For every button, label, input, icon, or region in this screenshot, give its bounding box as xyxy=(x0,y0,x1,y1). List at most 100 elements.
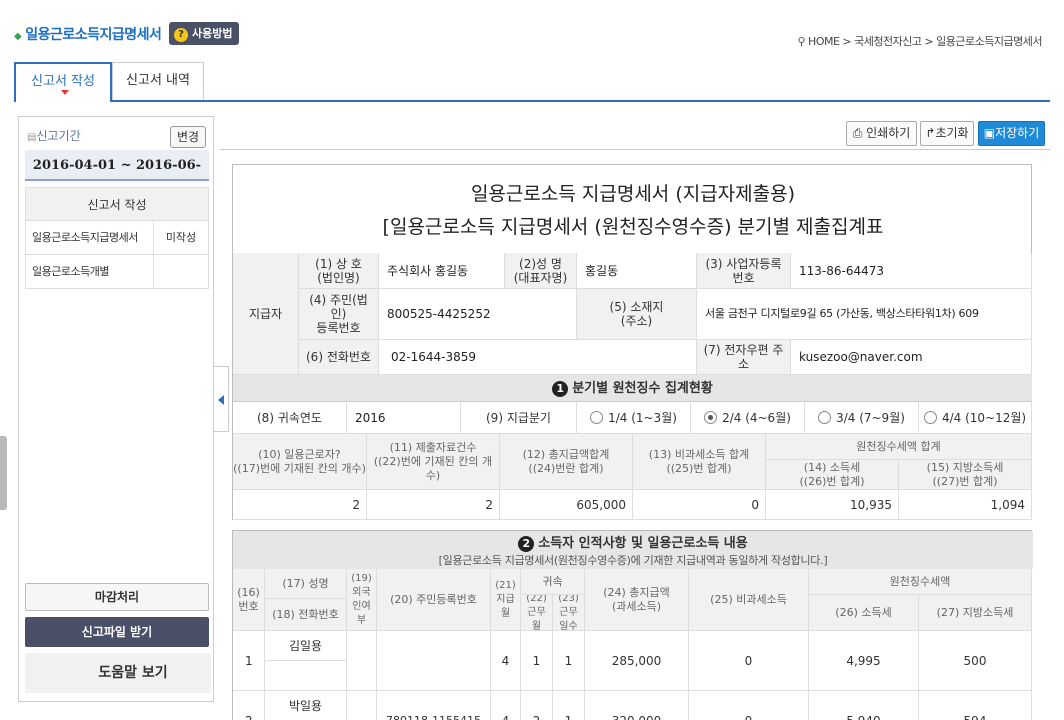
sidebar: ▤신고기간 변경 2016-04-01 ~ 2016-06-30 신고서 작성 … xyxy=(18,116,214,702)
section2-number-badge: 2 xyxy=(518,536,535,552)
period-label-text: 신고기간 xyxy=(36,129,81,143)
row2-nontaxable[interactable]: 0 xyxy=(689,691,809,720)
quarter-option-label: 1/4 (1~3월) xyxy=(608,410,677,425)
row1-phone[interactable] xyxy=(265,661,347,691)
representative-field[interactable]: 홍길동 xyxy=(577,253,697,289)
row2-work-month[interactable]: 2 xyxy=(521,691,553,720)
address-field[interactable]: 서울 금천구 디지털로9길 65 (가산동, 백상스타타워1차) 609 xyxy=(697,289,1032,340)
attribution-year-field[interactable]: 2016 xyxy=(347,402,461,434)
save-button[interactable]: ▣저장하기 xyxy=(978,121,1045,146)
section1-header: 1 분기별 원천징수 집계현황 xyxy=(233,375,1032,402)
section1-number-badge: 1 xyxy=(552,381,569,397)
row2-foreigner[interactable] xyxy=(347,691,377,720)
form-subtitle: [일용근로소득 지급명세서 (원천징수영수증) 분기별 제출집계표 xyxy=(382,216,884,238)
reset-label: 초기화 xyxy=(935,126,969,140)
row1-work-days[interactable]: 1 xyxy=(553,631,585,691)
help-button[interactable]: ••• ? 도움말 보기 xyxy=(25,653,211,693)
registration-number-field[interactable]: 800525-4425252 xyxy=(379,289,577,340)
form-list-item-status: 미작성 xyxy=(165,231,197,244)
row1-total-pay[interactable]: 285,000 xyxy=(585,631,689,691)
f9-label: (9) 지급분기 xyxy=(461,402,577,434)
row1-pay-month[interactable]: 4 xyxy=(491,631,521,691)
quarter-option-label: 2/4 (4~6월) xyxy=(722,410,791,425)
tab-write[interactable]: 신고서 작성 xyxy=(14,62,112,102)
form-list-item[interactable]: 일용근로소득지급명세서 미작성 xyxy=(25,221,209,255)
row2-local-tax[interactable]: 594 xyxy=(919,691,1032,720)
row1-nontaxable[interactable]: 0 xyxy=(689,631,809,691)
row2-total-pay[interactable]: 320,000 xyxy=(585,691,689,720)
page-title: ◆ 일용근로소득지급명세서 xyxy=(14,24,162,44)
radio-button[interactable] xyxy=(818,411,832,424)
v10-value: 2 xyxy=(233,490,367,520)
reset-arrow-icon: ↱ xyxy=(925,126,936,140)
side-scroll-handle[interactable] xyxy=(0,436,7,510)
f1-label: (1) 상 호 (법인명) xyxy=(299,253,379,289)
radio-button[interactable] xyxy=(590,411,604,424)
h15-label: (15) 지방소득세 ((27)번 합계) xyxy=(899,460,1032,490)
active-tab-marker-icon xyxy=(61,90,69,95)
print-button[interactable]: ⎙ 인쇄하기 xyxy=(846,121,917,146)
h13-label: (13) 비과세소득 합계 ((25)번 합계) xyxy=(633,434,766,490)
quarter-option-label: 4/4 (10~12월) xyxy=(941,410,1027,425)
form-title: 일용근로소득 지급명세서 (지급자제출용) xyxy=(470,183,796,205)
change-period-button[interactable]: 변경 xyxy=(170,126,206,148)
col-income-tax: (26) 소득세 xyxy=(809,595,919,631)
payer-label: 지급자 xyxy=(233,253,299,375)
collapse-sidebar-toggle[interactable] xyxy=(213,366,229,432)
company-name-field[interactable]: 주식회사 홍길동 xyxy=(379,253,505,289)
row1-income-tax[interactable]: 4,995 xyxy=(809,631,919,691)
row1-work-month[interactable]: 1 xyxy=(521,631,553,691)
close-filing-button[interactable]: 마감처리 xyxy=(25,583,209,611)
email-field[interactable]: kusezoo@naver.com xyxy=(791,340,1032,375)
help-button-label: 도움말 보기 xyxy=(25,653,211,693)
form-list-item-status xyxy=(154,255,208,288)
tab-bar: 신고서 작성 신고서 내역 xyxy=(14,62,1050,102)
row1-foreigner[interactable] xyxy=(347,631,377,691)
f8-label: (8) 귀속연도 xyxy=(233,402,347,434)
business-number-field[interactable]: 113-86-64473 xyxy=(791,253,1032,289)
f7-label: (7) 전자우편 주 소 xyxy=(697,340,791,375)
col-attribution: 귀속 xyxy=(521,569,585,595)
row2-income-tax[interactable]: 5,940 xyxy=(809,691,919,720)
page: ◆ 일용근로소득지급명세서 ? 사용방법 ⚲ HOME > 국세청전자신고 > 일용… xyxy=(0,0,1064,720)
question-icon: ? xyxy=(174,28,188,42)
col-withholding: 원천징수세액 xyxy=(809,569,1032,595)
row2-pay-month[interactable]: 4 xyxy=(491,691,521,720)
row2-rrn[interactable]: 780118-1155415 xyxy=(377,691,491,720)
reset-button[interactable]: ↱초기화 xyxy=(920,121,974,146)
tab-history[interactable]: 신고서 내역 xyxy=(112,62,204,100)
col-pay-month: (21) 지급 월 xyxy=(491,569,521,631)
radio-button[interactable] xyxy=(923,411,937,424)
quarter-option[interactable]: 1/4 (1~3월) xyxy=(577,402,691,434)
row2-name[interactable]: 박일용 xyxy=(265,691,347,720)
tab-write-label: 신고서 작성 xyxy=(31,74,95,89)
f4-label: (4) 주민(법 인) 등록번호 xyxy=(299,289,379,340)
quarter-option[interactable]: 2/4 (4~6월) xyxy=(691,402,805,434)
save-label: 저장하기 xyxy=(995,126,1040,140)
v15-value: 1,094 xyxy=(899,490,1032,520)
v13-value: 0 xyxy=(633,490,766,520)
row1-local-tax[interactable]: 500 xyxy=(919,631,1032,691)
row1-name[interactable]: 김일용 xyxy=(265,631,347,661)
phone-field[interactable]: 02-1644-3859 xyxy=(379,340,697,375)
howto-button[interactable]: ? 사용방법 xyxy=(169,22,240,45)
col-name: (17) 성명 xyxy=(265,569,347,599)
radio-button-checked[interactable] xyxy=(704,411,718,424)
row1-rrn[interactable] xyxy=(377,631,491,691)
quarter-option[interactable]: 4/4 (10~12월) xyxy=(919,402,1032,434)
form-list-item[interactable]: 일용근로소득개별 xyxy=(25,255,209,289)
f2-label: (2)성 명 (대표자명) xyxy=(505,253,577,289)
printer-icon: ⎙ xyxy=(852,126,863,140)
v14-value: 10,935 xyxy=(766,490,899,520)
row2-work-days[interactable]: 1 xyxy=(553,691,585,720)
floppy-disk-icon: ▣ xyxy=(983,126,996,140)
col-foreigner: (19) 외국 인여 부 xyxy=(347,569,377,631)
form-list-header: 신고서 작성 xyxy=(25,187,209,221)
download-file-button[interactable]: 신고파일 받기 xyxy=(25,617,209,647)
breadcrumb: ⚲ HOME > 국세청전자신고 > 일용근로소득지급명세서 xyxy=(797,33,1042,49)
h12-label: (12) 총지급액합계 ((24)번란 합계) xyxy=(500,434,633,490)
quarter-option[interactable]: 3/4 (7~9월) xyxy=(805,402,919,434)
col-rrn: (20) 주민등록번호 xyxy=(377,569,491,631)
f5-label: (5) 소재지 (주소) xyxy=(577,289,697,340)
row2-no: 2 xyxy=(233,691,265,720)
